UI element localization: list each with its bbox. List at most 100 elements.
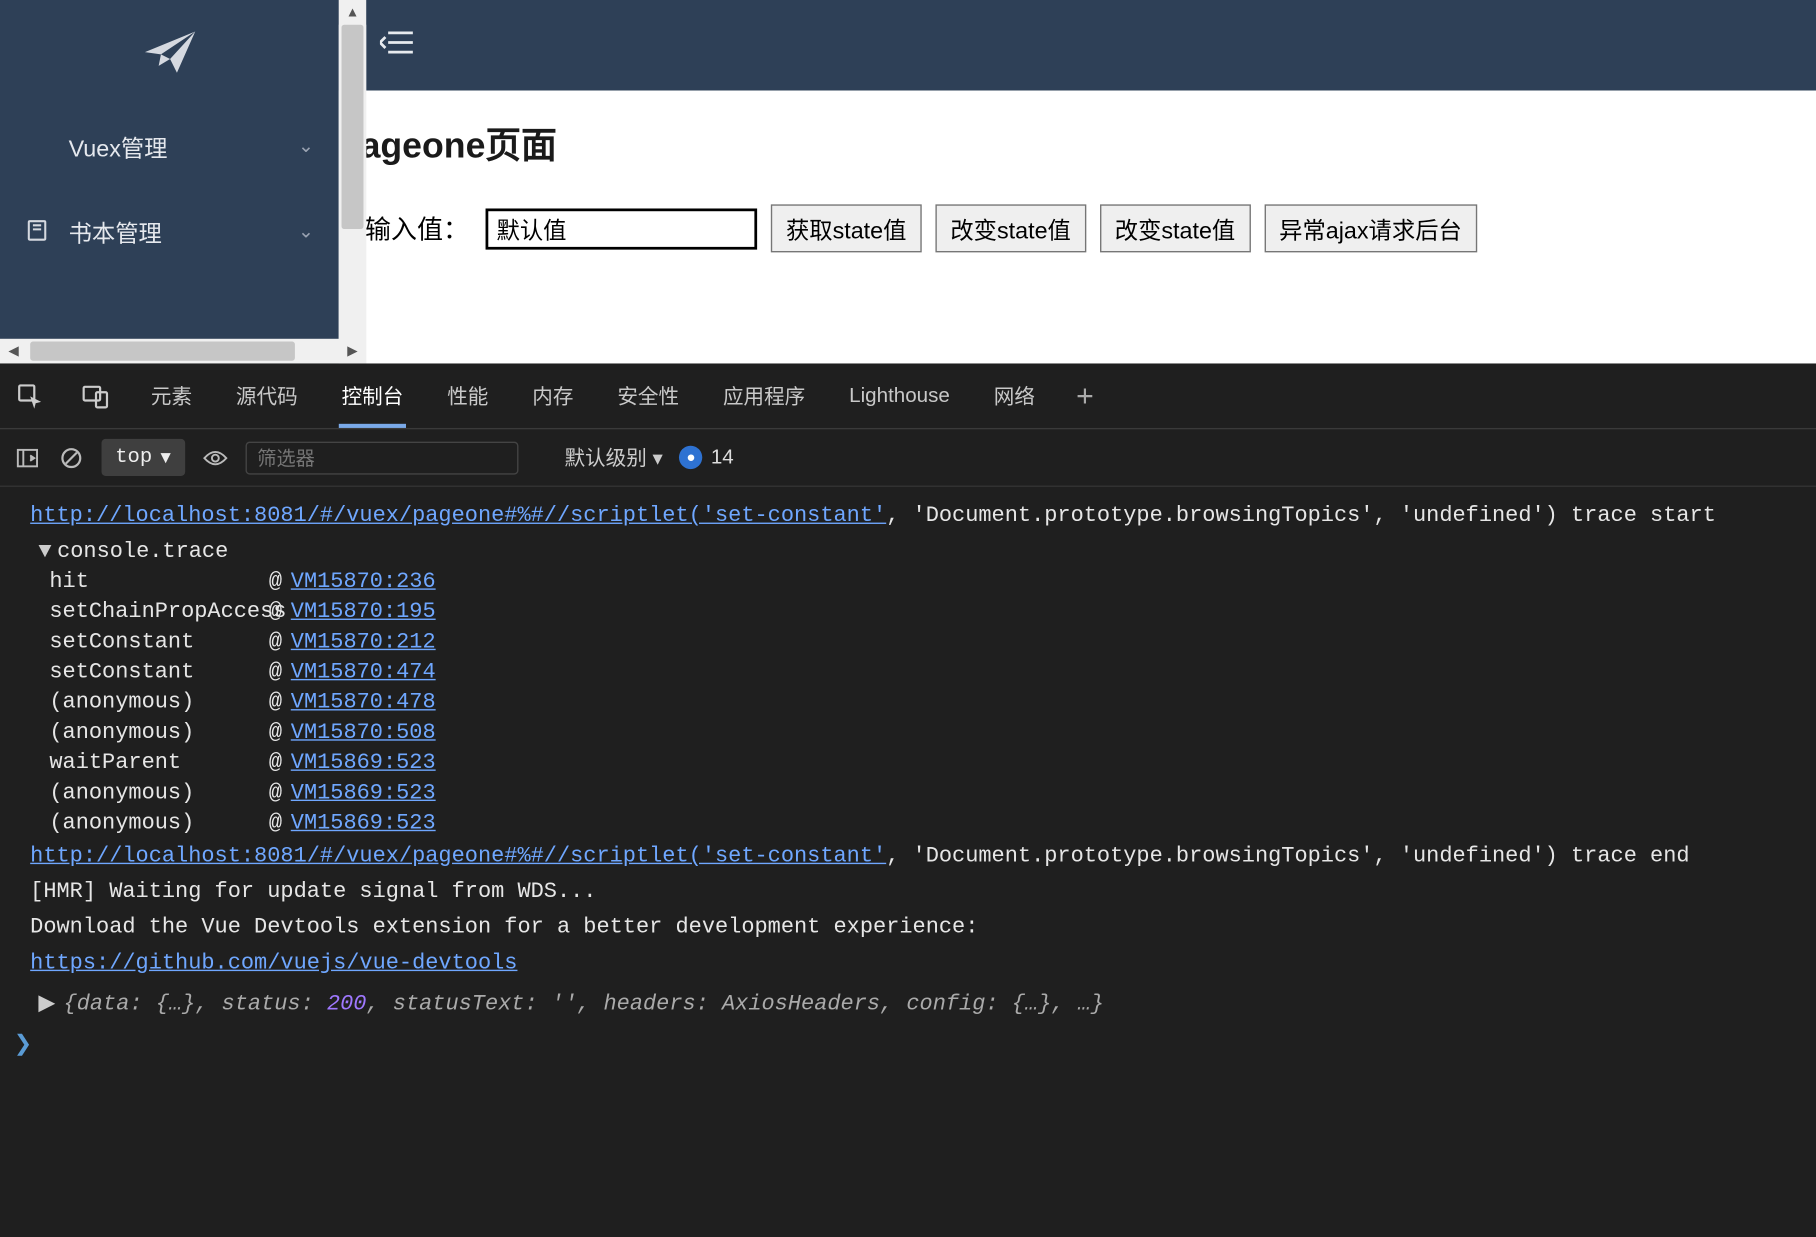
tab-security[interactable]: 安全性	[615, 365, 682, 427]
form-row: 请输入值： 获取state值 改变state值 改变state值 异常ajax请…	[339, 204, 1816, 252]
sidebar-item-book[interactable]: 书本管理 ⌄	[0, 188, 339, 273]
context-selector[interactable]: top▾	[101, 439, 184, 476]
tab-elements[interactable]: 元素	[148, 365, 195, 427]
trace-location-link[interactable]: VM15869:523	[291, 811, 436, 836]
issues-badge[interactable]: ●14	[679, 446, 733, 469]
sidebar-hscrollbar[interactable]: ◀ ▶	[0, 339, 366, 364]
clear-console-icon[interactable]	[58, 444, 85, 471]
console-link[interactable]: https://github.com/vuejs/vue-devtools	[30, 951, 517, 976]
page-content: pageone页面 请输入值： 获取state值 改变state值 改变stat…	[339, 91, 1816, 253]
sidebar: Vuex管理 ⌄ 书本管理 ⌄ ▲ ▼ ◀ ▶	[0, 0, 339, 363]
console-prompt[interactable]: ❯	[0, 1022, 1816, 1066]
console-line: Download the Vue Devtools extension for …	[0, 909, 1816, 945]
trace-label: console.trace	[57, 539, 228, 564]
scroll-up-icon[interactable]: ▲	[339, 0, 366, 25]
chevron-down-icon: ⌄	[298, 219, 314, 242]
trace-row: waitParent@ VM15869:523	[0, 748, 1816, 778]
console-link[interactable]: http://localhost:8081/#/vuex/pageone#%#/…	[30, 503, 886, 528]
trace-fn: setConstant	[49, 660, 268, 685]
trace-row: (anonymous)@ VM15870:478	[0, 687, 1816, 717]
get-state-button[interactable]: 获取state值	[771, 204, 922, 252]
set-state-button-1[interactable]: 改变state值	[935, 204, 1086, 252]
page-title: pageone页面	[339, 118, 1816, 169]
console-text: , 'Document.prototype.browsingTopics', '…	[886, 503, 1716, 528]
console-link[interactable]: http://localhost:8081/#/vuex/pageone#%#/…	[30, 844, 886, 869]
trace-fn: setConstant	[49, 630, 268, 655]
trace-fn: (anonymous)	[49, 780, 268, 805]
scroll-track[interactable]	[27, 339, 338, 364]
trace-row: setConstant@ VM15870:212	[0, 627, 1816, 657]
trace-at: @	[269, 811, 291, 836]
obj-text: , statusText: '', headers: AxiosHeaders,…	[366, 992, 1103, 1017]
scroll-right-icon[interactable]: ▶	[339, 339, 366, 364]
trace-location-link[interactable]: VM15870:478	[291, 690, 436, 715]
obj-text: {data: {…}, status:	[64, 992, 327, 1017]
console-filter-input[interactable]	[245, 441, 518, 474]
log-level-label: 默认级别	[564, 447, 646, 470]
tab-performance[interactable]: 性能	[444, 365, 491, 427]
book-icon	[25, 218, 52, 243]
device-toggle-icon[interactable]	[82, 382, 109, 409]
tab-lighthouse[interactable]: Lighthouse	[846, 368, 952, 424]
trace-at: @	[269, 720, 291, 745]
paper-plane-icon	[142, 28, 197, 75]
tab-application[interactable]: 应用程序	[720, 365, 808, 427]
trace-at: @	[269, 569, 291, 594]
tab-network[interactable]: 网络	[991, 365, 1038, 427]
scroll-track[interactable]	[339, 25, 366, 339]
trace-location-link[interactable]: VM15870:474	[291, 660, 436, 685]
live-expression-icon[interactable]	[201, 444, 228, 471]
log-level-selector[interactable]: 默认级别 ▾	[564, 443, 662, 472]
trace-fn: setChainPropAccess	[49, 599, 268, 624]
trace-row: (anonymous)@ VM15869:523	[0, 778, 1816, 808]
trace-location-link[interactable]: VM15870:236	[291, 569, 436, 594]
trace-at: @	[269, 630, 291, 655]
badge-count: 14	[711, 446, 734, 469]
trace-fn: waitParent	[49, 750, 268, 775]
console-line: http://localhost:8081/#/vuex/pageone#%#/…	[0, 498, 1816, 534]
trace-fn: (anonymous)	[49, 811, 268, 836]
trace-row: (anonymous)@ VM15870:508	[0, 717, 1816, 747]
console-object[interactable]: ▶{data: {…}, status: 200, statusText: ''…	[0, 981, 1816, 1022]
trace-at: @	[269, 599, 291, 624]
trace-location-link[interactable]: VM15869:523	[291, 780, 436, 805]
devtools-tabs: 元素 源代码 控制台 性能 内存 安全性 应用程序 Lighthouse 网络 …	[0, 363, 1816, 429]
tab-sources[interactable]: 源代码	[233, 365, 300, 427]
console-toolbar: top▾ 默认级别 ▾ ●14	[0, 429, 1816, 487]
triangle-down-icon: ▼	[38, 539, 51, 564]
trace-fn: hit	[49, 569, 268, 594]
trace-fn: (anonymous)	[49, 720, 268, 745]
sidebar-vscrollbar[interactable]: ▲ ▼	[339, 0, 366, 363]
trace-header[interactable]: ▼console.trace	[0, 534, 1816, 567]
console-line: http://localhost:8081/#/vuex/pageone#%#/…	[0, 838, 1816, 874]
collapse-sidebar-icon[interactable]	[380, 27, 416, 64]
trace-at: @	[269, 780, 291, 805]
ajax-error-button[interactable]: 异常ajax请求后台	[1264, 204, 1477, 252]
add-tab-icon[interactable]: +	[1076, 378, 1094, 414]
tab-console[interactable]: 控制台	[339, 365, 406, 427]
trace-location-link[interactable]: VM15870:508	[291, 720, 436, 745]
value-input[interactable]	[486, 208, 758, 249]
set-state-button-2[interactable]: 改变state值	[1100, 204, 1251, 252]
scroll-thumb[interactable]	[30, 342, 295, 361]
tab-memory[interactable]: 内存	[530, 365, 577, 427]
devtools-panel: 元素 源代码 控制台 性能 内存 安全性 应用程序 Lighthouse 网络 …	[0, 363, 1816, 1237]
scroll-left-icon[interactable]: ◀	[0, 339, 27, 364]
inspect-element-icon[interactable]	[16, 382, 43, 409]
sidebar-item-vuex[interactable]: Vuex管理 ⌄	[0, 103, 339, 188]
trace-location-link[interactable]: VM15870:195	[291, 599, 436, 624]
trace-location-link[interactable]: VM15869:523	[291, 750, 436, 775]
triangle-right-icon: ▶	[38, 992, 55, 1017]
trace-at: @	[269, 690, 291, 715]
toggle-drawer-icon[interactable]	[14, 444, 41, 471]
trace-at: @	[269, 750, 291, 775]
trace-location-link[interactable]: VM15870:212	[291, 630, 436, 655]
sidebar-item-label: 书本管理	[69, 213, 298, 247]
console-output: http://localhost:8081/#/vuex/pageone#%#/…	[0, 487, 1816, 1237]
scroll-thumb[interactable]	[342, 25, 364, 229]
trace-row: setChainPropAccess@ VM15870:195	[0, 597, 1816, 627]
trace-fn: (anonymous)	[49, 690, 268, 715]
console-line: https://github.com/vuejs/vue-devtools	[0, 945, 1816, 981]
console-text: , 'Document.prototype.browsingTopics', '…	[886, 844, 1689, 869]
trace-row: setConstant@ VM15870:474	[0, 657, 1816, 687]
